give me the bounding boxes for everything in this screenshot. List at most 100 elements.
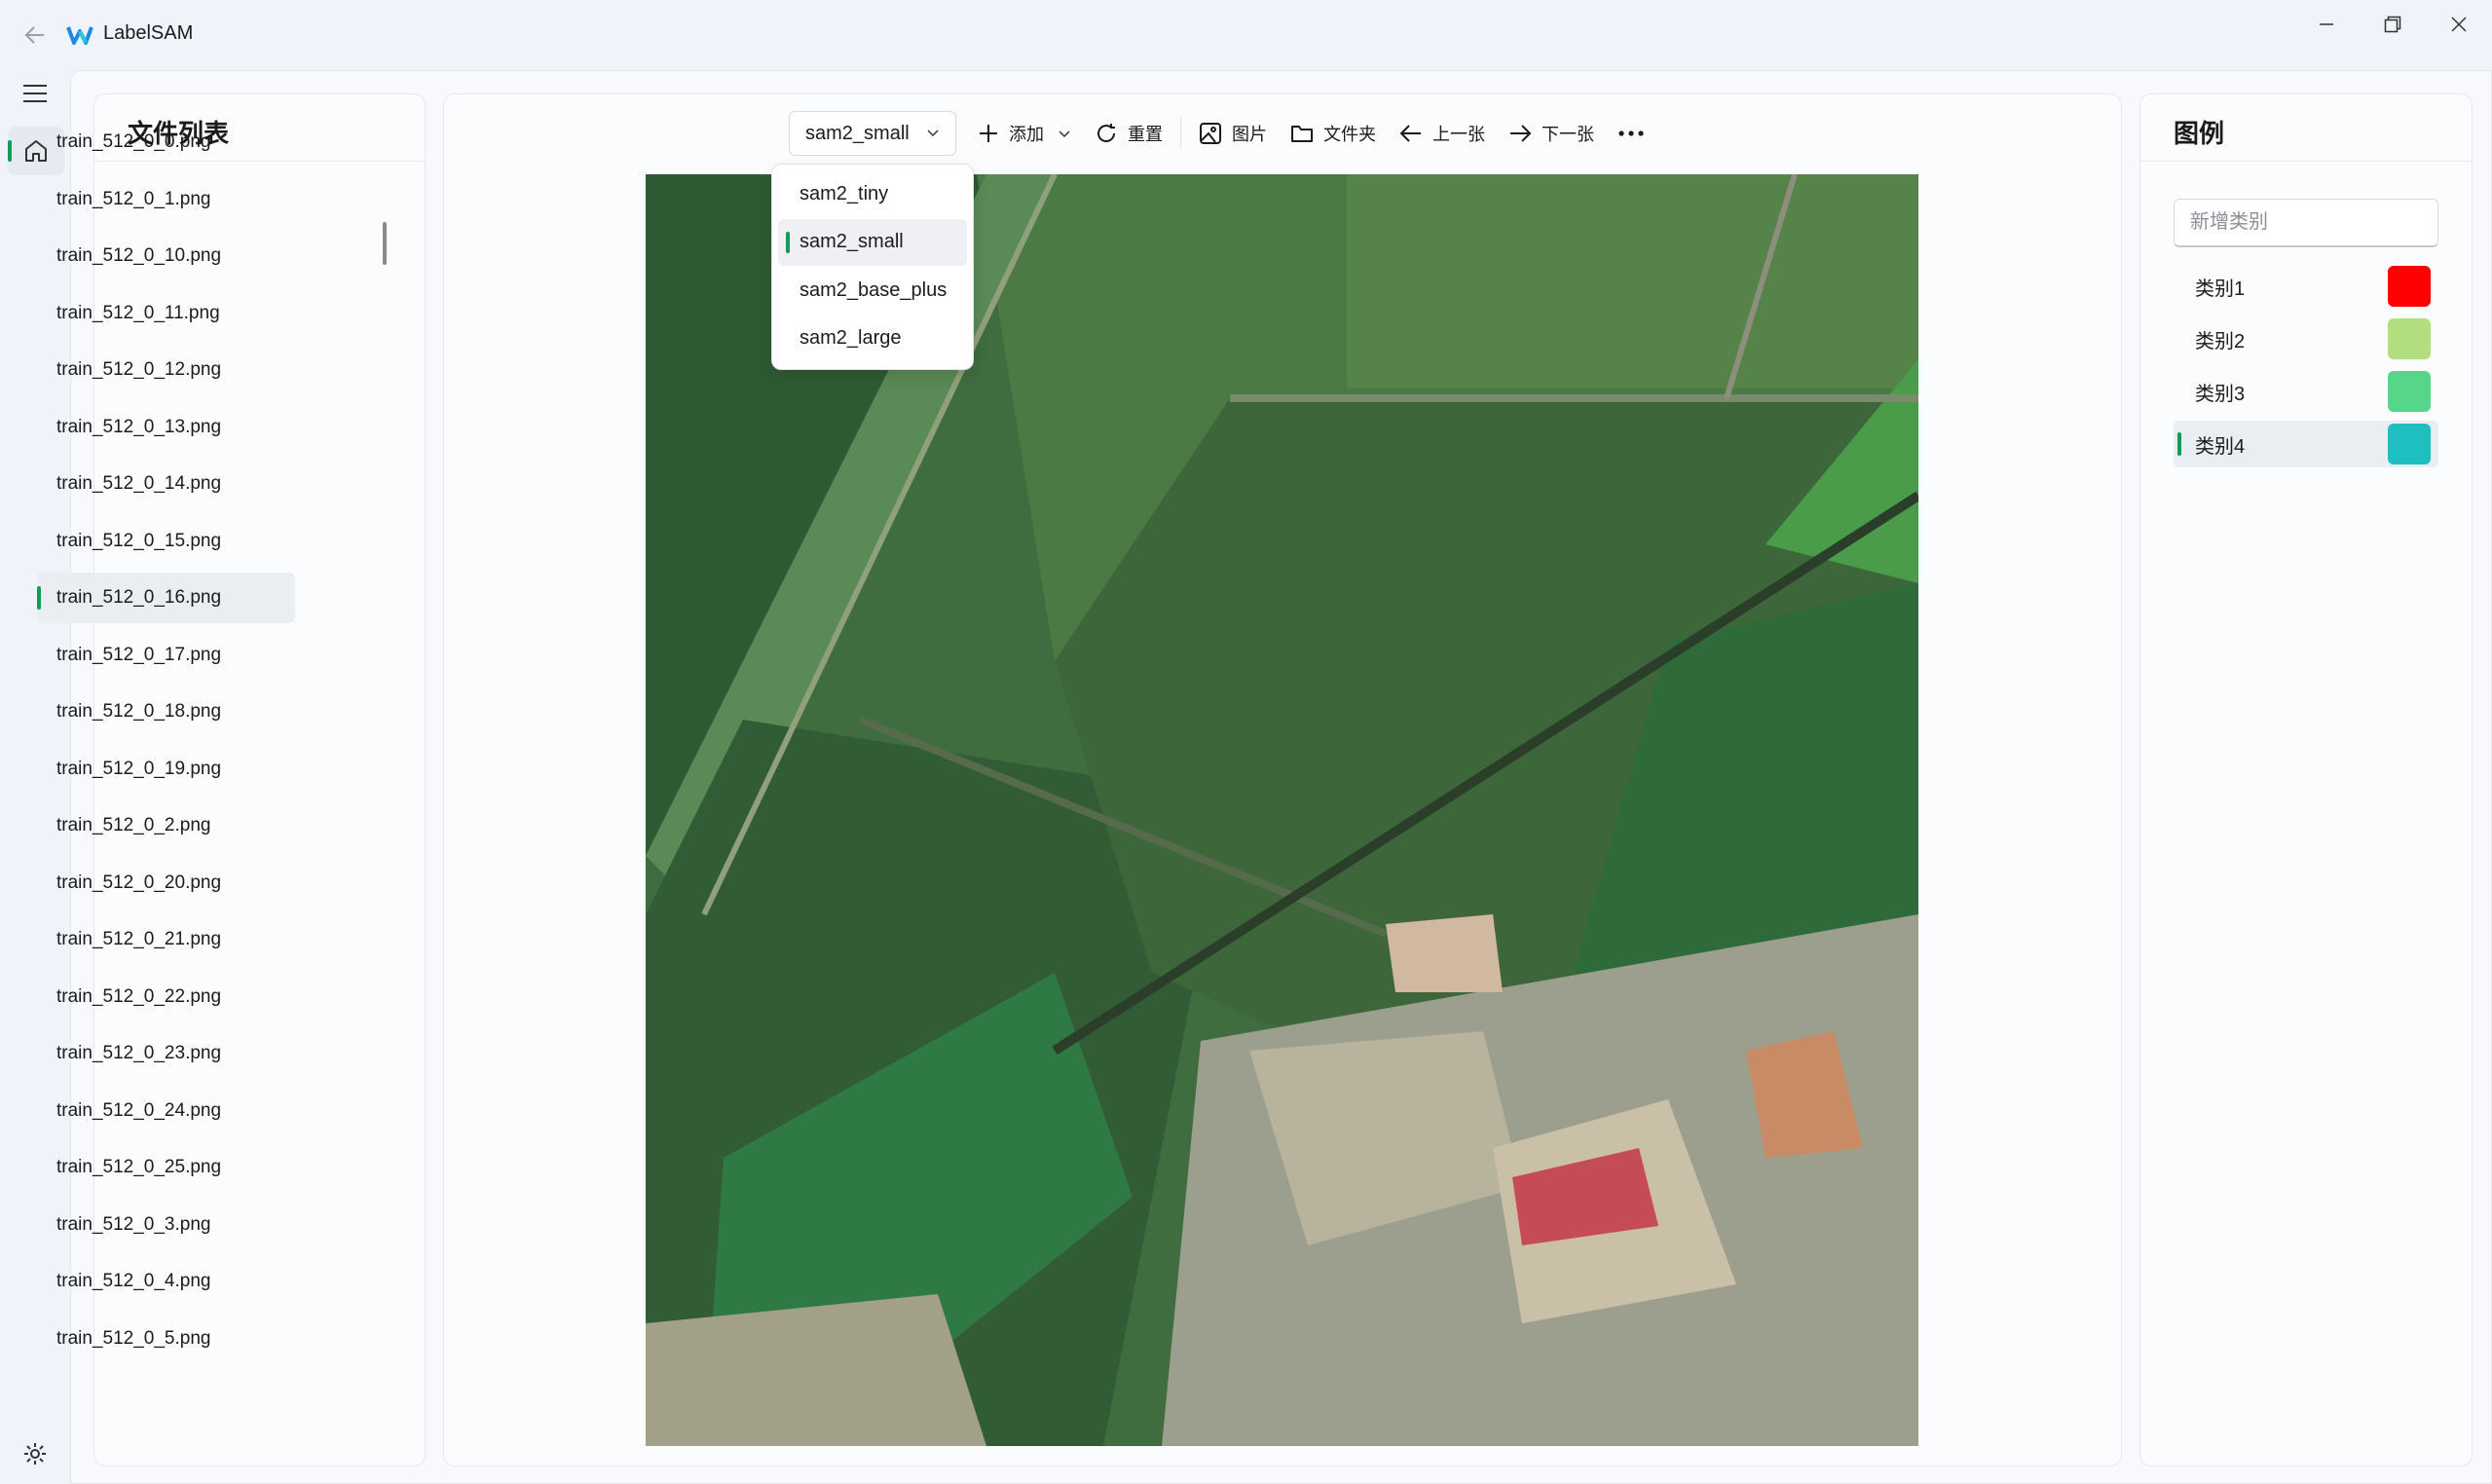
file-name: train_512_0_14.png — [56, 473, 222, 494]
file-list-item[interactable]: train_512_0_2.png — [37, 800, 295, 851]
file-list-item[interactable]: train_512_0_22.png — [37, 972, 295, 1022]
new-category-input[interactable] — [2174, 199, 2438, 247]
model-option-label: sam2_base_plus — [800, 278, 948, 301]
app-title: LabelSAM — [103, 22, 194, 44]
file-list: train_512_0_0.png train_512_0_1.png train_… — [37, 117, 295, 1370]
category-color-swatch[interactable] — [2388, 266, 2431, 307]
legend-item[interactable]: 类别4 — [2174, 421, 2438, 467]
arrow-left-icon — [24, 26, 44, 44]
legend-list: 类别1 类别2 类别3 类别4 — [2174, 263, 2438, 473]
next-button[interactable]: 下一张 — [1497, 111, 1606, 156]
file-list-item[interactable]: train_512_0_24.png — [37, 1086, 295, 1136]
file-list-item[interactable]: train_512_0_1.png — [37, 174, 295, 225]
category-color-swatch[interactable] — [2388, 371, 2431, 412]
labelsam-logo-icon — [66, 26, 93, 45]
file-name: train_512_0_20.png — [56, 872, 222, 893]
file-list-item[interactable]: train_512_0_20.png — [37, 858, 295, 909]
legend-item[interactable]: 类别3 — [2174, 368, 2438, 415]
category-color-swatch[interactable] — [2388, 424, 2431, 464]
category-name: 类别2 — [2195, 330, 2246, 352]
category-name: 类别3 — [2195, 383, 2246, 405]
file-list-item[interactable]: train_512_0_16.png — [37, 573, 295, 623]
minimize-icon — [2320, 23, 2333, 25]
selection-indicator — [2177, 432, 2181, 456]
arrow-right-icon — [1510, 125, 1532, 142]
close-button[interactable] — [2425, 0, 2492, 49]
file-list-item[interactable]: train_512_0_13.png — [37, 402, 295, 453]
settings-button[interactable] — [18, 1436, 53, 1471]
model-option-sam2-tiny[interactable]: sam2_tiny — [778, 170, 967, 217]
refresh-icon — [1097, 124, 1116, 142]
more-button[interactable] — [1606, 111, 1666, 156]
file-list-item[interactable]: train_512_0_14.png — [37, 459, 295, 509]
file-list-item[interactable]: train_512_0_12.png — [37, 345, 295, 395]
file-list-item[interactable]: train_512_0_25.png — [37, 1142, 295, 1193]
model-dropdown-menu: sam2_tiny sam2_small sam2_base_plus sam2_la… — [771, 164, 974, 370]
model-option-sam2-large[interactable]: sam2_large — [778, 315, 967, 362]
plus-icon — [980, 125, 997, 142]
file-list-item[interactable]: train_512_0_23.png — [37, 1028, 295, 1079]
restore-icon — [2384, 16, 2401, 33]
file-name: train_512_0_19.png — [56, 758, 222, 779]
title-bar: LabelSAM — [0, 0, 2492, 70]
file-name: train_512_0_10.png — [56, 245, 222, 266]
model-option-label: sam2_tiny — [800, 182, 889, 204]
legend-title: 图例 — [2174, 119, 2225, 148]
file-list-item[interactable]: train_512_0_19.png — [37, 744, 295, 795]
open-image-label: 图片 — [1232, 125, 1267, 144]
model-select[interactable]: sam2_small — [789, 111, 956, 156]
file-name: train_512_0_23.png — [56, 1043, 222, 1063]
selection-indicator — [37, 586, 41, 610]
open-folder-button[interactable]: 文件夹 — [1279, 111, 1388, 156]
file-name: train_512_0_11.png — [56, 302, 220, 323]
file-name: train_512_0_5.png — [56, 1327, 211, 1349]
file-list-item[interactable]: train_512_0_21.png — [37, 914, 295, 965]
file-name: train_512_0_1.png — [56, 188, 211, 209]
minimize-button[interactable] — [2292, 0, 2361, 49]
category-name: 类别4 — [2195, 435, 2246, 458]
add-label: 添加 — [1009, 125, 1044, 144]
chevron-down-icon — [927, 130, 939, 137]
file-name: train_512_0_16.png — [56, 587, 222, 608]
legend-item[interactable]: 类别1 — [2174, 263, 2438, 310]
file-name: train_512_0_4.png — [56, 1271, 211, 1291]
file-list-item[interactable]: train_512_0_17.png — [37, 630, 295, 681]
file-list-item[interactable]: train_512_0_10.png — [37, 231, 295, 281]
category-color-swatch[interactable] — [2388, 318, 2431, 359]
gear-icon — [24, 1443, 46, 1465]
image-icon — [1200, 123, 1221, 144]
file-list-scrollbar[interactable] — [383, 222, 387, 265]
file-name: train_512_0_18.png — [56, 701, 222, 722]
file-list-item[interactable]: train_512_0_5.png — [37, 1314, 295, 1364]
model-option-sam2-small[interactable]: sam2_small — [778, 218, 967, 266]
file-name: train_512_0_24.png — [56, 1099, 222, 1121]
hamburger-menu-icon — [23, 85, 47, 102]
file-list-item[interactable]: train_512_0_3.png — [37, 1200, 295, 1250]
nav-selection-indicator — [8, 140, 12, 162]
add-button[interactable]: 添加 — [966, 111, 1083, 156]
nav-menu-button[interactable] — [18, 78, 53, 109]
file-list-item[interactable]: train_512_0_18.png — [37, 686, 295, 737]
toolbar: sam2_small 添加 重置 图片 文件夹 上一张 下一张 — [789, 111, 1666, 156]
selection-indicator — [786, 231, 790, 253]
legend-item[interactable]: 类别2 — [2174, 315, 2438, 362]
reset-button[interactable]: 重置 — [1083, 111, 1174, 156]
file-name: train_512_0_3.png — [56, 1213, 211, 1235]
file-list-item[interactable]: train_512_0_4.png — [37, 1256, 295, 1307]
file-list-item[interactable]: train_512_0_15.png — [37, 516, 295, 567]
previous-button[interactable]: 上一张 — [1388, 111, 1497, 156]
open-image-button[interactable]: 图片 — [1187, 111, 1279, 156]
restore-button[interactable] — [2359, 0, 2427, 49]
file-name: train_512_0_15.png — [56, 530, 222, 551]
file-list-item[interactable]: train_512_0_0.png — [37, 117, 295, 167]
category-name: 类别1 — [2195, 278, 2246, 300]
back-button[interactable] — [18, 18, 53, 53]
file-list-item[interactable]: train_512_0_11.png — [37, 288, 295, 339]
divider — [2140, 161, 2472, 162]
folder-icon — [1291, 126, 1313, 142]
file-name: train_512_0_0.png — [56, 131, 211, 152]
chevron-down-icon — [1059, 130, 1070, 138]
file-name: train_512_0_13.png — [56, 416, 222, 437]
model-select-value: sam2_small — [805, 122, 910, 144]
model-option-sam2-base-plus[interactable]: sam2_base_plus — [778, 267, 967, 314]
